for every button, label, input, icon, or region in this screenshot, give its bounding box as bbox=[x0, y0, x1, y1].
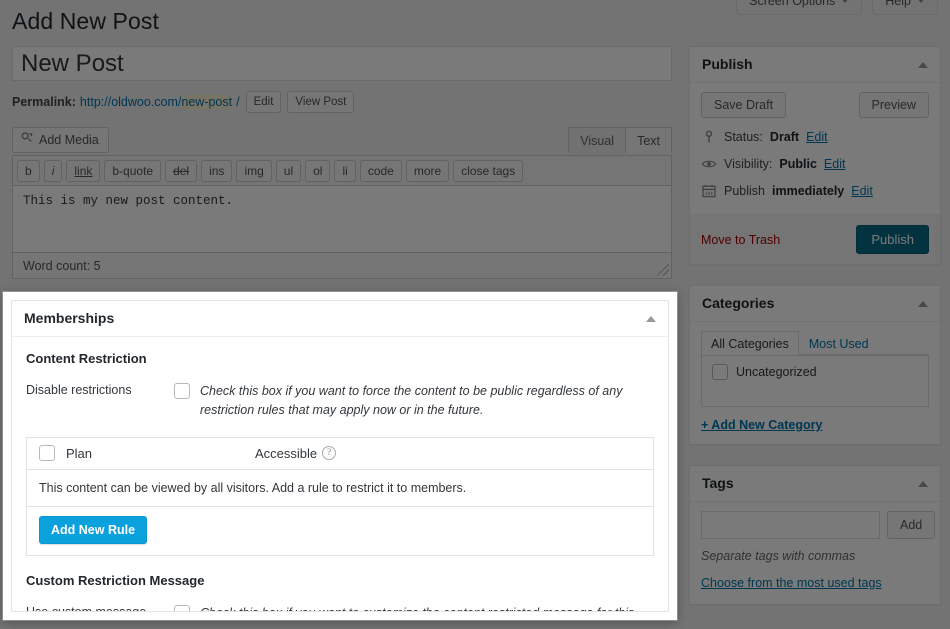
use-custom-message-label: Use custom message bbox=[26, 604, 147, 612]
memberships-metabox: Memberships Content Restriction Disable … bbox=[11, 300, 669, 612]
select-all-rules-checkbox[interactable] bbox=[39, 445, 55, 462]
disable-restrictions-label: Disable restrictions bbox=[26, 383, 132, 397]
disable-restrictions-row: Disable restrictions Check this box if y… bbox=[26, 382, 654, 421]
help-circle-icon[interactable]: ? bbox=[322, 446, 337, 461]
use-custom-message-row: Use custom message Check this box if you… bbox=[26, 604, 654, 612]
chevron-up-icon[interactable] bbox=[646, 315, 656, 322]
use-custom-message-checkbox[interactable] bbox=[174, 604, 190, 611]
restriction-rules-table: Plan Accessible ? This content can be vi… bbox=[26, 436, 654, 556]
rules-col-plan-label: Plan bbox=[66, 445, 93, 461]
rules-col-accessible: Accessible ? bbox=[255, 445, 337, 461]
memberships-box-title: Memberships bbox=[24, 309, 115, 326]
add-new-rule-button[interactable]: Add New Rule bbox=[39, 515, 148, 544]
disable-restrictions-checkbox[interactable] bbox=[174, 383, 190, 399]
custom-message-heading: Custom Restriction Message bbox=[26, 572, 205, 588]
memberships-metabox-highlight: Memberships Content Restriction Disable … bbox=[3, 292, 677, 620]
rules-col-plan: Plan bbox=[39, 445, 255, 462]
use-custom-message-description: Check this box if you want to customize … bbox=[200, 604, 654, 611]
rules-table-footer: Add New Rule bbox=[27, 507, 653, 555]
rules-col-accessible-label: Accessible bbox=[255, 445, 318, 461]
memberships-box-body: Content Restriction Disable restrictions… bbox=[12, 337, 668, 612]
disable-restrictions-description: Check this box if you want to force the … bbox=[200, 384, 623, 418]
content-restriction-heading: Content Restriction bbox=[26, 351, 147, 366]
rules-table-header: Plan Accessible ? bbox=[27, 437, 653, 470]
rules-empty-message: This content can be viewed by all visito… bbox=[27, 470, 653, 507]
memberships-box-header: Memberships bbox=[12, 301, 668, 337]
